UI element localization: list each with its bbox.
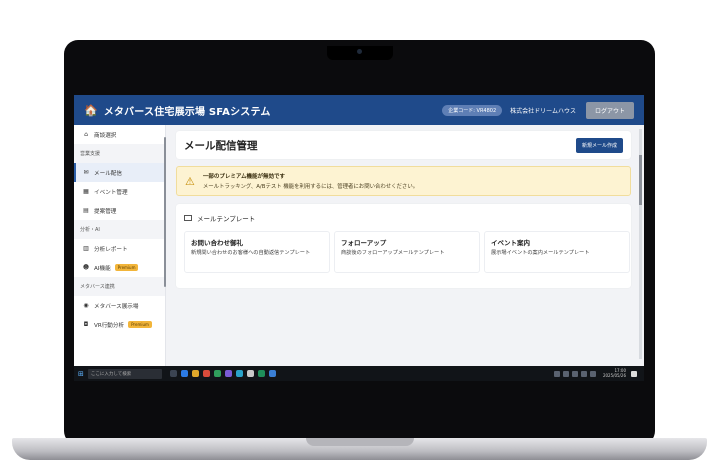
tray-icon[interactable] — [553, 370, 560, 377]
sidebar-scrollbar[interactable] — [164, 137, 166, 287]
template-card-desc: 商談後のフォローアップメールテンプレート — [341, 250, 445, 256]
system-tray: 17:00 2025/05/26 — [553, 368, 640, 378]
report-icon: ▥ — [83, 245, 89, 252]
alert-title: 一部のプレミアム機能が無効です — [202, 174, 285, 180]
sidebar-item-events[interactable]: ▦ イベント管理 — [74, 182, 165, 201]
sidebar-item-metaverse-showroom[interactable]: ◉ メタバース展示場 — [74, 296, 165, 315]
template-card-follow-up[interactable]: フォローアップ 商談後のフォローアップメールテンプレート — [334, 231, 480, 273]
app-icon[interactable] — [257, 370, 265, 377]
app-icon[interactable] — [246, 370, 254, 377]
task-view-icon[interactable] — [169, 370, 177, 377]
sidebar-item-label: 商談選択 — [94, 132, 117, 139]
wifi-icon[interactable] — [580, 370, 587, 377]
app-header: 🏠 メタバース住宅展示場 SFAシステム 企業コード: VR4802 株式会社ド… — [74, 95, 644, 125]
sidebar-item-label: VR行動分析 — [94, 322, 125, 329]
folder-icon[interactable] — [191, 370, 199, 377]
taskbar-search[interactable]: ここに入力して検索 — [87, 368, 162, 379]
globe-icon: ◉ — [83, 302, 89, 309]
browser-icon[interactable] — [180, 370, 188, 377]
premium-badge: Premium — [128, 321, 152, 328]
mail-icon: ✉ — [83, 169, 89, 176]
page-title: メール配信管理 — [184, 139, 258, 152]
clock-date: 2025/05/26 — [602, 372, 626, 378]
page-header: メール配信管理 新規メール作成 — [176, 131, 631, 159]
sidebar-item-label: メール配信 — [94, 170, 122, 177]
main-scrollbar-thumb[interactable] — [639, 155, 642, 205]
sidebar-section-sales: 営業支援 — [74, 144, 165, 163]
template-card-title: フォローアップ — [341, 239, 387, 247]
document-icon: ▤ — [83, 207, 89, 214]
house-icon: 🏠 — [84, 103, 98, 117]
template-heading-label: メールテンプレート — [197, 215, 256, 223]
app-icon[interactable] — [235, 370, 243, 377]
windows-start-icon[interactable]: ⊞ — [78, 370, 84, 378]
new-mail-button[interactable]: 新規メール作成 — [575, 137, 623, 153]
app-icon[interactable] — [224, 370, 232, 377]
template-card-desc: 新規問い合わせのお客様への自動返信テンプレート — [191, 250, 311, 256]
main-content: メール配信管理 新規メール作成 ⚠ 一部のプレミアム機能が無効です メールトラッ… — [176, 131, 631, 366]
template-heading: メールテンプレート — [184, 213, 255, 223]
tray-icon[interactable] — [571, 370, 578, 377]
template-card-event-info[interactable]: イベント案内 展示場イベントの案内メールテンプレート — [484, 231, 630, 273]
laptop-groove — [306, 438, 414, 446]
premium-warning-alert: ⚠ 一部のプレミアム機能が無効です メールトラッキング、A/Bテスト 機能を利用… — [176, 166, 631, 196]
sidebar-section-analytics: 分析・AI — [74, 220, 165, 239]
chrome-icon[interactable] — [202, 370, 210, 377]
sidebar-item-label: イベント管理 — [94, 189, 128, 196]
company-name: 株式会社ドリームハウス — [510, 107, 576, 115]
template-panel: メールテンプレート お問い合わせ御礼 新規問い合わせのお客様への自動返信テンプレ… — [176, 204, 631, 288]
mail-icon — [184, 215, 192, 221]
calendar-icon: ▦ — [83, 188, 89, 195]
sidebar-item-proposals[interactable]: ▤ 提案管理 — [74, 201, 165, 220]
notification-icon[interactable] — [631, 370, 637, 377]
template-card-inquiry-thanks[interactable]: お問い合わせ御礼 新規問い合わせのお客様への自動返信テンプレート — [184, 231, 330, 273]
logout-button[interactable]: ログアウト — [585, 101, 634, 119]
tray-icon[interactable] — [562, 370, 569, 377]
house-icon: ⌂ — [84, 131, 88, 138]
taskbar-search-placeholder: ここに入力して検索 — [90, 371, 132, 377]
template-card-desc: 展示場イベントの案内メールテンプレート — [491, 250, 590, 256]
sidebar-section-metaverse: メタバース連携 — [74, 277, 165, 296]
app-icon[interactable] — [213, 370, 221, 377]
screen: 🏠 メタバース住宅展示場 SFAシステム 企業コード: VR4802 株式会社ド… — [74, 95, 644, 381]
sidebar-item-label: 分析レポート — [94, 246, 128, 253]
app-icon[interactable] — [268, 370, 276, 377]
sidebar-item-ai[interactable]: ☻ AI機能 Premium — [74, 258, 165, 277]
taskbar-clock[interactable]: 17:00 2025/05/26 — [602, 368, 626, 378]
alert-text: メールトラッキング、A/Bテスト 機能を利用するには、管理者にお問い合わせくださ… — [202, 184, 419, 190]
premium-badge: Premium — [114, 264, 139, 271]
sidebar-item-reports[interactable]: ▥ 分析レポート — [74, 239, 165, 258]
robot-icon: ☻ — [82, 264, 90, 271]
template-card-title: イベント案内 — [491, 239, 530, 247]
vr-icon: ◘ — [83, 321, 89, 328]
sidebar-item-mail[interactable]: ✉ メール配信 — [74, 163, 165, 182]
sidebar-item-deal-select[interactable]: ⌂ 商談選択 — [74, 125, 165, 144]
company-code-badge: 企業コード: VR4802 — [442, 104, 503, 116]
template-card-title: お問い合わせ御礼 — [191, 239, 243, 247]
sidebar-item-vr-analytics[interactable]: ◘ VR行動分析 Premium — [74, 315, 165, 334]
app-title: メタバース住宅展示場 SFAシステム — [103, 106, 271, 118]
sidebar-item-label: 提案管理 — [94, 208, 117, 215]
volume-icon[interactable] — [589, 370, 596, 377]
sidebar-item-label: AI機能 — [94, 265, 111, 272]
taskbar: ⊞ ここに入力して検索 17:00 2025/05/26 — [74, 366, 644, 381]
warning-icon: ⚠ — [185, 174, 195, 188]
sidebar-item-label: メタバース展示場 — [94, 303, 139, 310]
sidebar: ⌂ 商談選択 営業支援 ✉ メール配信 ▦ イベント管理 ▤ 提案管理 分析・A… — [74, 125, 166, 366]
camera-icon — [357, 49, 362, 54]
